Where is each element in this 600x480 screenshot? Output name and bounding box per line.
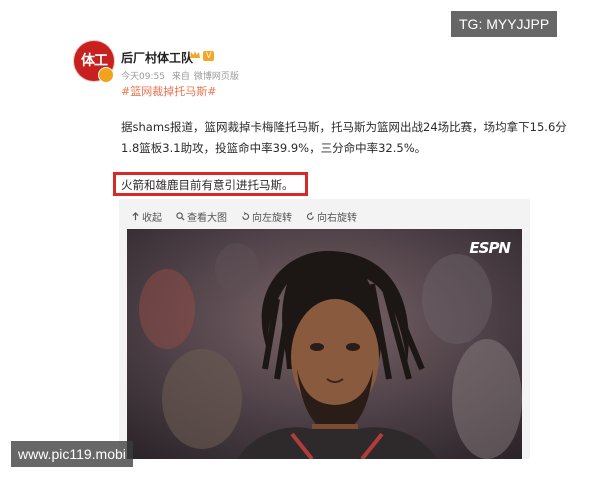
espn-logo: ESPN [469, 239, 511, 257]
watermark-top: TG: MYYJJPP [451, 11, 558, 37]
post-time[interactable]: 今天09:55 [121, 72, 165, 82]
weibo-post: 体工 后厂村体工队 V 今天09:55 来自 微博网页版 #篮网裁掉托马斯# 据s… [0, 0, 600, 480]
post-meta: 今天09:55 来自 微博网页版 [121, 69, 239, 82]
post-body: 据shams报道，篮网裁掉卡梅隆托马斯，托马斯为篮网出战24场比赛，场均拿下15… [121, 117, 567, 159]
collapse-label: 收起 [142, 213, 162, 224]
rotate-left-icon [242, 212, 250, 220]
rotate-right-icon [306, 212, 314, 220]
verified-badge-icon [98, 67, 114, 83]
media-toolbar: 收起 查看大图 向左旋转 向右旋转 [131, 209, 357, 224]
rotate-left-label: 向左旋转 [252, 213, 292, 224]
watermark-bottom: www.pic119.mobi [11, 441, 133, 467]
user-name[interactable]: 后厂村体工队 [121, 49, 193, 66]
topic-tag[interactable]: #篮网裁掉托马斯# [121, 83, 216, 99]
source-prefix: 来自 [171, 72, 190, 82]
magnifier-icon [176, 212, 185, 221]
post-source: 微博网页版 [193, 72, 239, 82]
post-photo[interactable]: ESPN [127, 229, 522, 459]
rotate-right-button[interactable]: 向右旋转 [306, 209, 357, 224]
level-badge: V [203, 51, 215, 61]
post-body-line: 1.8篮板3.1助攻，投篮命中率39.9%，三分命中率32.5%。 [121, 141, 427, 155]
crown-icon [190, 51, 200, 58]
view-large-button[interactable]: 查看大图 [176, 209, 227, 224]
highlighted-sentence: 火箭和雄鹿目前有意引进托马斯。 [121, 178, 294, 192]
collapse-button[interactable]: 收起 [131, 209, 162, 224]
player-photo-illustration [127, 229, 522, 459]
rotate-right-label: 向右旋转 [317, 213, 357, 224]
post-body-line: 据shams报道，篮网裁掉卡梅隆托马斯，托马斯为篮网出战24场比赛，场均拿下15… [121, 120, 567, 134]
rotate-left-button[interactable]: 向左旋转 [241, 209, 292, 224]
view-large-label: 查看大图 [187, 213, 227, 224]
collapse-icon [132, 212, 139, 221]
